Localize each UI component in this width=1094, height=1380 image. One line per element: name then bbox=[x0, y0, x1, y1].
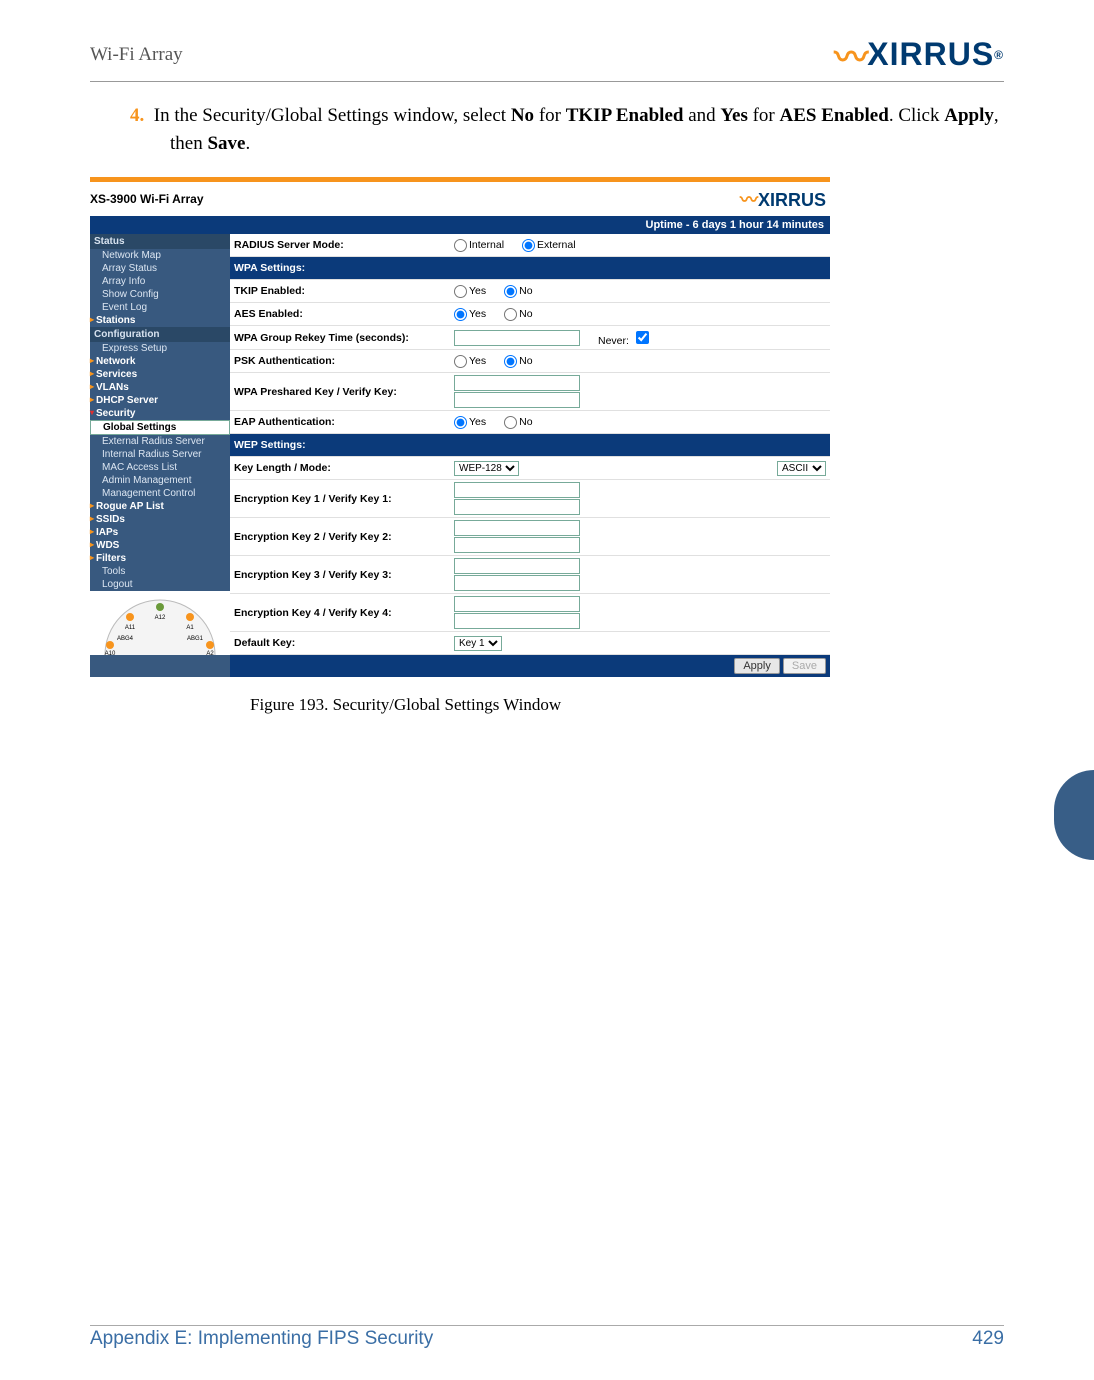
sidebar-item-ssids[interactable]: SSIDs bbox=[90, 513, 230, 526]
wep-settings-head: WEP Settings: bbox=[234, 439, 454, 451]
sidebar-item-network-map[interactable]: Network Map bbox=[90, 249, 230, 262]
step-number: 4. bbox=[130, 105, 144, 126]
antenna-diagram: A11 A12 A1 ABG4 ABG1 A10 A2 bbox=[90, 591, 230, 655]
xirrus-logo: 〰XIRRUS® bbox=[834, 30, 1004, 79]
page-header: Wi-Fi Array 〰XIRRUS® bbox=[90, 30, 1004, 82]
sidebar-item-mac-list[interactable]: MAC Access List bbox=[90, 461, 230, 474]
rekey-never-label: Never: bbox=[598, 335, 629, 347]
page-number: 429 bbox=[972, 1328, 1004, 1350]
page-footer: Appendix E: Implementing FIPS Security 4… bbox=[90, 1325, 1004, 1350]
nav-sidebar: Status Network Map Array Status Array In… bbox=[90, 234, 230, 677]
svg-text:A12: A12 bbox=[155, 615, 166, 621]
enc3-label: Encryption Key 3 / Verify Key 3: bbox=[234, 569, 454, 581]
radius-internal-radio[interactable]: Internal bbox=[454, 239, 504, 252]
preshared-key-input[interactable] bbox=[454, 375, 580, 391]
product-title: XS-3900 Wi-Fi Array bbox=[90, 192, 204, 206]
keymode-select[interactable]: ASCII bbox=[777, 461, 826, 476]
sidebar-section-config: Configuration bbox=[90, 327, 230, 342]
sidebar-item-services[interactable]: Services bbox=[90, 368, 230, 381]
sidebar-item-logout[interactable]: Logout bbox=[90, 578, 230, 591]
radius-external-radio[interactable]: External bbox=[522, 239, 576, 252]
enc4-key-input[interactable] bbox=[454, 596, 580, 612]
logo-swoosh-icon: 〰 bbox=[834, 30, 869, 79]
keylen-label: Key Length / Mode: bbox=[234, 462, 454, 474]
rekey-input[interactable] bbox=[454, 330, 580, 346]
sidebar-item-stations[interactable]: Stations bbox=[90, 314, 230, 327]
svg-text:ABG1: ABG1 bbox=[187, 636, 204, 642]
enc1-key-input[interactable] bbox=[454, 482, 580, 498]
enc2-key-input[interactable] bbox=[454, 520, 580, 536]
save-button[interactable]: Save bbox=[783, 658, 826, 674]
uptime-bar: Uptime - 6 days 1 hour 14 minutes bbox=[90, 216, 830, 234]
appendix-title: Appendix E: Implementing FIPS Security bbox=[90, 1328, 433, 1350]
xirrus-logo-small: 〰XIRRUS bbox=[740, 186, 826, 212]
enc3-verify-input[interactable] bbox=[454, 575, 580, 591]
svg-text:A11: A11 bbox=[125, 625, 136, 631]
psk-no-radio[interactable]: No bbox=[504, 355, 532, 368]
rekey-label: WPA Group Rekey Time (seconds): bbox=[234, 332, 454, 344]
svg-text:A1: A1 bbox=[186, 625, 194, 631]
eap-no-radio[interactable]: No bbox=[504, 416, 532, 429]
sidebar-item-array-info[interactable]: Array Info bbox=[90, 275, 230, 288]
apply-button[interactable]: Apply bbox=[734, 658, 780, 674]
enc2-verify-input[interactable] bbox=[454, 537, 580, 553]
radius-mode-label: RADIUS Server Mode: bbox=[234, 239, 454, 251]
svg-text:A2: A2 bbox=[206, 651, 214, 655]
aes-yes-radio[interactable]: Yes bbox=[454, 308, 486, 321]
tkip-label: TKIP Enabled: bbox=[234, 285, 454, 297]
eap-yes-radio[interactable]: Yes bbox=[454, 416, 486, 429]
sidebar-item-ext-radius[interactable]: External Radius Server bbox=[90, 435, 230, 448]
step-4-instruction: 4. In the Security/Global Settings windo… bbox=[130, 102, 1004, 157]
preshared-verify-input[interactable] bbox=[454, 392, 580, 408]
sidebar-item-wds[interactable]: WDS bbox=[90, 539, 230, 552]
sidebar-item-admin-mgmt[interactable]: Admin Management bbox=[90, 474, 230, 487]
sidebar-item-security[interactable]: Security bbox=[90, 407, 230, 420]
sidebar-item-int-radius[interactable]: Internal Radius Server bbox=[90, 448, 230, 461]
sidebar-item-array-status[interactable]: Array Status bbox=[90, 262, 230, 275]
sidebar-item-rogue-ap[interactable]: Rogue AP List bbox=[90, 500, 230, 513]
preshared-label: WPA Preshared Key / Verify Key: bbox=[234, 386, 454, 398]
wpa-settings-head: WPA Settings: bbox=[234, 262, 454, 274]
tkip-no-radio[interactable]: No bbox=[504, 285, 532, 298]
svg-text:A10: A10 bbox=[105, 651, 116, 655]
enc3-key-input[interactable] bbox=[454, 558, 580, 574]
enc4-verify-input[interactable] bbox=[454, 613, 580, 629]
sidebar-item-global-settings[interactable]: Global Settings bbox=[90, 420, 230, 435]
sidebar-item-iaps[interactable]: IAPs bbox=[90, 526, 230, 539]
psk-yes-radio[interactable]: Yes bbox=[454, 355, 486, 368]
figure-caption: Figure 193. Security/Global Settings Win… bbox=[250, 695, 1004, 715]
eap-label: EAP Authentication: bbox=[234, 416, 454, 428]
sidebar-item-tools[interactable]: Tools bbox=[90, 565, 230, 578]
aes-label: AES Enabled: bbox=[234, 308, 454, 320]
defkey-select[interactable]: Key 1 bbox=[454, 636, 502, 651]
sidebar-item-dhcp[interactable]: DHCP Server bbox=[90, 394, 230, 407]
tkip-yes-radio[interactable]: Yes bbox=[454, 285, 486, 298]
sidebar-item-vlans[interactable]: VLANs bbox=[90, 381, 230, 394]
sidebar-item-network[interactable]: Network bbox=[90, 355, 230, 368]
doc-title: Wi-Fi Array bbox=[90, 44, 183, 66]
sidebar-item-event-log[interactable]: Event Log bbox=[90, 301, 230, 314]
sidebar-item-filters[interactable]: Filters bbox=[90, 552, 230, 565]
settings-form: RADIUS Server Mode: Internal External WP… bbox=[230, 234, 830, 677]
enc1-label: Encryption Key 1 / Verify Key 1: bbox=[234, 493, 454, 505]
sidebar-item-show-config[interactable]: Show Config bbox=[90, 288, 230, 301]
sidebar-item-express-setup[interactable]: Express Setup bbox=[90, 342, 230, 355]
psk-label: PSK Authentication: bbox=[234, 355, 454, 367]
rekey-never-checkbox[interactable] bbox=[636, 331, 649, 344]
sidebar-item-mgmt-control[interactable]: Management Control bbox=[90, 487, 230, 500]
enc2-label: Encryption Key 2 / Verify Key 2: bbox=[234, 531, 454, 543]
keylen-select[interactable]: WEP-128 bbox=[454, 461, 519, 476]
screenshot-figure: XS-3900 Wi-Fi Array 〰XIRRUS Uptime - 6 d… bbox=[90, 177, 830, 677]
enc1-verify-input[interactable] bbox=[454, 499, 580, 515]
defkey-label: Default Key: bbox=[234, 637, 454, 649]
sidebar-section-status: Status bbox=[90, 234, 230, 249]
page-tab-icon bbox=[1054, 770, 1094, 860]
enc4-label: Encryption Key 4 / Verify Key 4: bbox=[234, 607, 454, 619]
aes-no-radio[interactable]: No bbox=[504, 308, 532, 321]
svg-text:ABG4: ABG4 bbox=[117, 636, 134, 642]
